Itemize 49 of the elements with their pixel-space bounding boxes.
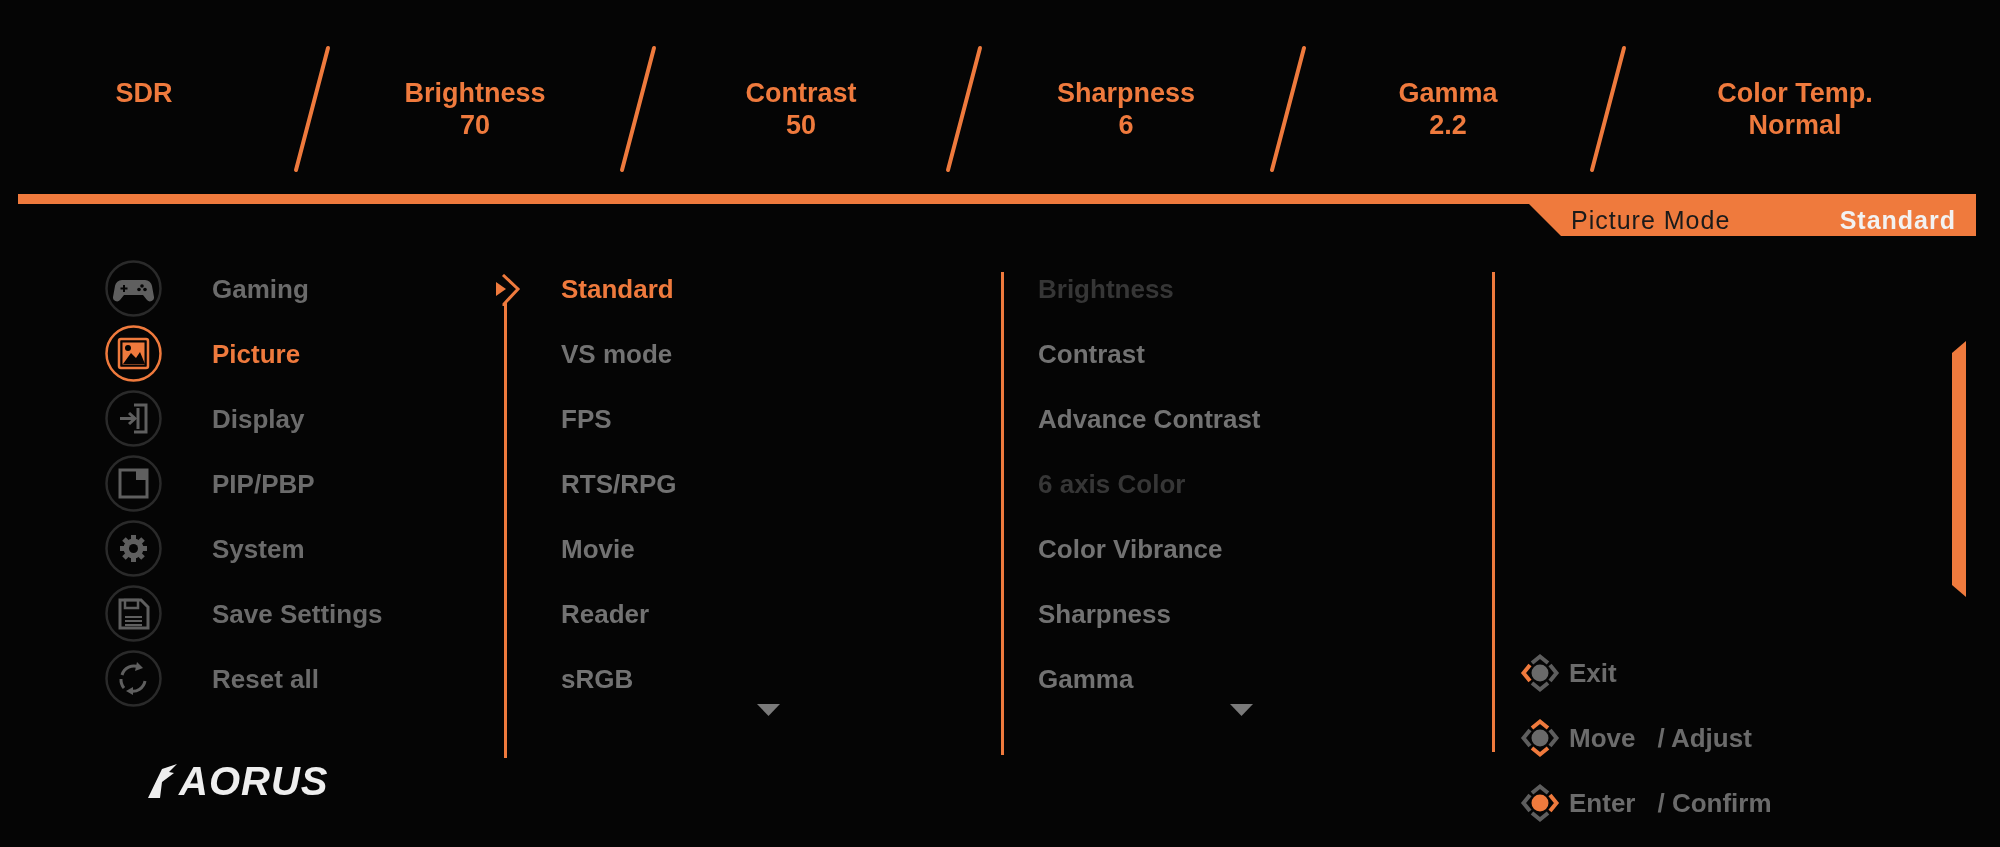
stat-value: Normal	[1748, 109, 1842, 141]
joystick-icon	[1520, 717, 1560, 758]
stat-label: Sharpness	[1056, 77, 1196, 109]
gear-icon	[105, 520, 162, 577]
chevron-icon	[495, 273, 521, 306]
window-icon	[105, 455, 162, 512]
gamepad-icon	[105, 260, 162, 317]
refresh-icon	[105, 650, 162, 707]
preset-option[interactable]: Movie	[561, 532, 635, 565]
preset-option[interactable]: sRGB	[561, 662, 634, 695]
stat-label: Brightness	[404, 77, 546, 109]
preset-option[interactable]: Standard	[561, 272, 674, 305]
floppy-disk-icon	[105, 585, 162, 642]
setting-option[interactable]: Color Vibrance	[1038, 532, 1223, 565]
setting-option[interactable]: Contrast	[1038, 337, 1145, 370]
stat-value: 50	[785, 109, 816, 141]
menu-item[interactable]: Picture	[212, 337, 301, 370]
picture-icon	[105, 325, 162, 382]
menu-item[interactable]: Display	[212, 402, 305, 435]
joystick-icon	[1520, 782, 1560, 823]
picture-mode-label: Picture Mode	[1571, 205, 1731, 235]
stat-value: 6	[1118, 109, 1134, 141]
stat-value: 70	[459, 109, 490, 141]
setting-option[interactable]: Advance Contrast	[1038, 402, 1261, 435]
hint-action: / Confirm	[1657, 786, 1772, 819]
stat-label: Gamma	[1398, 77, 1498, 109]
setting-option[interactable]: Sharpness	[1038, 597, 1171, 630]
stat-label: SDR	[115, 77, 173, 109]
menu-item[interactable]: Save Settings	[212, 597, 383, 630]
stat-label: Contrast	[745, 77, 857, 109]
preset-option[interactable]: VS mode	[561, 337, 673, 370]
brand-logo-text: AORUS	[179, 763, 329, 799]
preset-option[interactable]: Reader	[561, 597, 650, 630]
preset-option[interactable]: RTS/RPG	[561, 467, 677, 500]
hint-label: Move	[1569, 721, 1636, 754]
preset-option[interactable]: FPS	[561, 402, 612, 435]
menu-item[interactable]: PIP/PBP	[212, 467, 315, 500]
stat-label: Color Temp.	[1717, 77, 1873, 109]
setting-option[interactable]: Gamma	[1038, 662, 1134, 695]
stat-value: 2.2	[1429, 109, 1467, 141]
hint-action: / Adjust	[1657, 721, 1752, 754]
joystick-icon	[1520, 652, 1560, 693]
menu-item[interactable]: System	[212, 532, 305, 565]
picture-mode-value: Standard	[1839, 205, 1956, 235]
eagle-logo-icon	[147, 764, 177, 798]
hint-label: Enter	[1569, 786, 1636, 819]
hint-label: Exit	[1569, 656, 1617, 689]
menu-item[interactable]: Gaming	[212, 272, 309, 305]
menu-item[interactable]: Reset all	[212, 662, 319, 695]
